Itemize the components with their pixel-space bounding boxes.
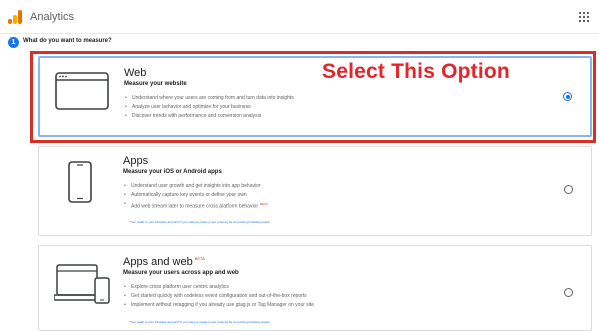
option-bullet-list: Explore cross platform user centric anal… <box>123 283 314 310</box>
beta-badge: BETA <box>260 202 268 206</box>
option-radio-apps[interactable] <box>564 185 573 194</box>
annotation-highlight-box <box>30 51 596 143</box>
step-question: What do you want to measure? <box>23 38 112 44</box>
option-footnote-link[interactable]: *Your (add) to your Firebase account? If… <box>129 320 270 324</box>
option-radio-apps-and-web[interactable] <box>564 288 573 297</box>
option-footnote-link[interactable]: *Your (add) to your Firebase account? If… <box>129 220 270 224</box>
laptop-and-phone-icon <box>54 264 110 304</box>
annotation-label: Select This Option <box>322 60 510 83</box>
option-bullet: Implement without retagging if you alrea… <box>123 301 314 310</box>
option-bullet: Understand user growth and get insights … <box>123 182 268 191</box>
option-bullet-text: Add web stream later to measure cross pl… <box>131 203 258 210</box>
option-bullet: Explore cross platform user centric anal… <box>123 283 314 292</box>
option-bullet: Automatically capture key events or defi… <box>123 191 268 200</box>
option-title: Apps <box>123 155 149 167</box>
option-title-text: Apps and web <box>123 256 193 268</box>
app-header: Analytics <box>0 0 599 34</box>
smartphone-icon <box>68 161 92 203</box>
beta-badge: BETA <box>194 256 205 261</box>
option-subtitle: Measure your iOS or Android apps <box>123 169 222 175</box>
option-bullet: Add web stream later to measure cross pl… <box>123 200 268 210</box>
option-bullet: Get started quickly with codeless event … <box>123 292 314 301</box>
app-title: Analytics <box>30 11 75 23</box>
option-subtitle: Measure your users across app and web <box>123 270 239 276</box>
option-bullet-list: Understand user growth and get insights … <box>123 182 268 210</box>
option-title: Apps and web BETA <box>123 256 205 268</box>
apps-grid-icon[interactable] <box>579 12 589 22</box>
analytics-logo-icon <box>8 10 24 24</box>
option-card-apps[interactable]: Apps Measure your iOS or Android apps Un… <box>38 146 592 236</box>
step-number-badge: 1 <box>8 37 19 48</box>
option-card-apps-and-web[interactable]: Apps and web BETA Measure your users acro… <box>38 245 592 331</box>
